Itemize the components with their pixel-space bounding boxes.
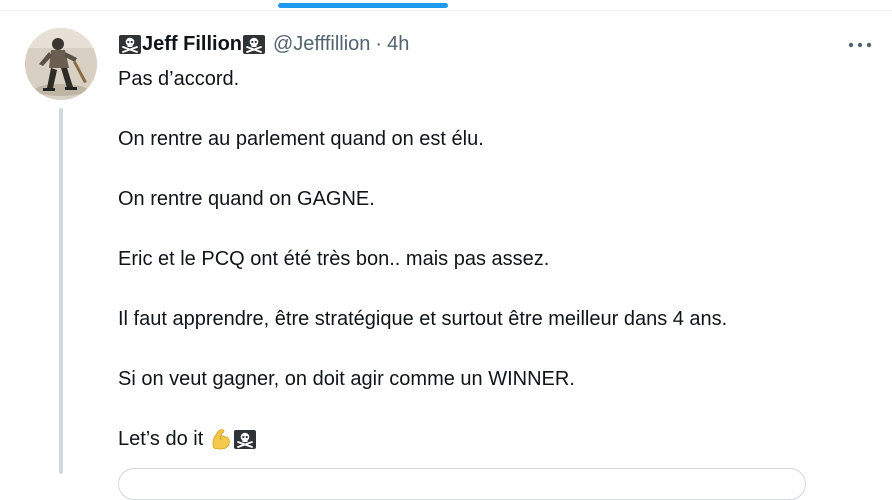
tweet-line: Pas d’accord.: [118, 68, 240, 90]
flexed-biceps-icon: [209, 427, 233, 451]
tweet-header: Jeff Fillion @Jefffillion · 4h: [118, 31, 409, 57]
separator-dot: ·: [375, 32, 383, 55]
skull-and-crossbones-icon: [119, 34, 141, 54]
skull-and-crossbones-icon: [243, 34, 265, 54]
quoted-card[interactable]: [118, 468, 806, 500]
thread-line: [59, 108, 63, 474]
tweet-line: On rentre au parlement quand on est élu.: [118, 128, 484, 150]
tweet-line: On rentre quand on GAGNE.: [118, 188, 375, 210]
tweet-line-last: Let’s do it: [118, 424, 878, 454]
tweet-line: Il faut apprendre, être stratégique et s…: [118, 308, 728, 330]
more-dots-icon: [848, 42, 872, 48]
top-divider: [0, 10, 892, 11]
tweet-line: Si on veut gagner, on doit agir comme un…: [118, 368, 575, 390]
skull-and-crossbones-icon: [234, 429, 257, 449]
tweet-line: Let’s do it: [118, 428, 204, 450]
avatar[interactable]: [25, 28, 97, 100]
more-options-button[interactable]: [842, 32, 878, 58]
tweet-line: Eric et le PCQ ont été très bon.. mais p…: [118, 248, 550, 270]
timestamp[interactable]: 4h: [387, 33, 409, 56]
scroll-indicator: [278, 3, 448, 8]
user-handle[interactable]: @Jefffillion: [273, 33, 370, 56]
display-name[interactable]: Jeff Fillion: [142, 33, 242, 56]
tweet-text: Pas d’accord. On rentre au parlement qua…: [118, 64, 878, 454]
